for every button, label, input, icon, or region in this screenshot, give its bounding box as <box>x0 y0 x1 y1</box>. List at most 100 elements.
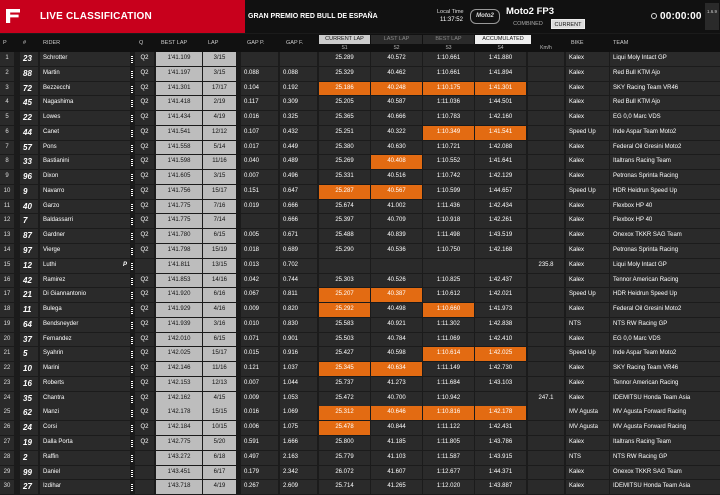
tab-current-lap[interactable]: CURRENT LAP <box>319 35 370 44</box>
cell-best-lap: 1'41.434 <box>156 111 202 125</box>
table-row[interactable]: 13 87 Gardner Q2 1'41.780 6/15 0.005 0.671 25.48… <box>0 229 720 244</box>
cell-rider: Syahrin <box>40 347 130 362</box>
cell-lap: 14/16 <box>203 273 236 288</box>
table-row[interactable]: 12 7 Baldassarri Q2 1'41.775 7/14 0.666 25.397 4… <box>0 214 720 229</box>
col-s3: S3 <box>445 45 452 51</box>
cell-number: 23 <box>20 52 38 66</box>
table-row[interactable]: 16 42 Ramirez Q2 1'41.853 14/16 0.042 0.744 25.3… <box>0 273 720 289</box>
table-row[interactable]: 29 99 Daniel 1'43.451 6/17 0.179 2.342 26.072 41… <box>0 465 720 481</box>
cell-team: Flexbox HP 40 <box>610 214 720 229</box>
table-row[interactable]: 14 97 Vierge Q2 1'41.798 15/19 0.018 0.689 25.29… <box>0 244 720 259</box>
table-row[interactable]: 15 12 Luthi 1'41.811 13/15 0.013 0.702 235.8 Kal… <box>0 258 720 274</box>
table-row[interactable]: 9 96 Dixon Q2 1'41.605 3/15 0.007 0.496 25.331 40… <box>0 170 720 185</box>
cell-kmh <box>528 244 564 258</box>
cell-number: 96 <box>20 170 38 184</box>
cell-s1: 25.345 <box>319 362 370 376</box>
cell-bike: Kalex <box>566 111 609 125</box>
col-team: TEAM <box>613 40 629 46</box>
table-row[interactable]: 20 37 Fernandez Q2 1'42.010 6/15 0.071 0.901 25.… <box>0 332 720 348</box>
table-row[interactable]: 6 44 Canet Q2 1'41.541 12/12 0.107 0.432 25.251 4… <box>0 125 720 141</box>
table-row[interactable]: 28 2 Raffin 1'43.272 6/18 0.497 2.163 25.779 41.… <box>0 450 720 466</box>
col-best-lap: BEST LAP <box>161 40 188 46</box>
cell-best-lap: 1'42.184 <box>156 421 202 436</box>
cell-gap-p: 0.009 <box>241 303 278 317</box>
cell-s3: 1:10.750 <box>423 244 474 258</box>
cell-gap-p: 0.016 <box>241 111 278 125</box>
cell-team: Petronas Sprinta Racing <box>610 244 720 258</box>
cell-s2: 40.498 <box>371 303 422 317</box>
cell-bike: Kalex <box>566 362 609 376</box>
table-row[interactable]: 7 57 Pons Q2 1'41.558 5/14 0.017 0.449 25.380 40.… <box>0 140 720 156</box>
tab-last-lap[interactable]: LAST LAP <box>371 35 422 44</box>
table-row[interactable]: 2 88 Martin Q2 1'41.197 3/15 0.088 0.088 25.329 4… <box>0 66 720 82</box>
cell-gap-f: 1.075 <box>280 421 317 436</box>
cell-gap-p: 0.497 <box>241 450 278 465</box>
tab-accumulated[interactable]: ACCUMULATED <box>475 35 531 44</box>
table-row[interactable]: 17 21 Di Giannantonio Q2 1'41.920 6/16 0.067 0.… <box>0 288 720 303</box>
checkered-flag-icon <box>131 218 133 226</box>
cell-s4: 1:41.301 <box>475 81 526 96</box>
cell-best-lap: 1'42.146 <box>156 362 202 376</box>
cell-position: 26 <box>0 421 14 436</box>
cell-q: Q2 <box>135 273 154 288</box>
cell-best-lap: 1'41.418 <box>156 96 202 111</box>
cell-gap-f: 0.916 <box>280 347 317 362</box>
table-row[interactable]: 26 24 Corsi Q2 1'42.184 10/15 0.006 1.075 25.478… <box>0 421 720 436</box>
cell-kmh <box>528 317 564 332</box>
cell-kmh <box>528 184 564 199</box>
cell-number: 45 <box>20 96 38 111</box>
cell-rider: Chantra <box>40 391 130 406</box>
cell-kmh <box>528 450 564 465</box>
tab-combined[interactable]: COMBINED <box>506 19 550 29</box>
table-row[interactable]: 27 19 Dalla Porta Q2 1'42.775 5/20 0.591 1.666 2… <box>0 436 720 451</box>
table-row[interactable]: 24 35 Chantra Q2 1'42.162 4/15 0.009 1.053 25.47… <box>0 391 720 407</box>
cell-gap-p: 0.591 <box>241 436 278 450</box>
cell-s2: 40.666 <box>371 111 422 125</box>
table-row[interactable]: 30 27 Izdihar 1'43.718 4/19 0.267 2.609 25.714 4… <box>0 480 720 495</box>
cell-best-lap: 1'41.920 <box>156 288 202 303</box>
table-row[interactable]: 23 16 Roberts Q2 1'42.153 12/13 0.007 1.044 25.7… <box>0 376 720 392</box>
tab-best-lap[interactable]: BEST LAP <box>423 35 474 44</box>
table-row[interactable]: 22 10 Marini Q2 1'42.146 11/16 0.121 1.037 25.34… <box>0 362 720 377</box>
cell-gap-p: 0.017 <box>241 140 278 155</box>
cell-gap-f: 0.830 <box>280 317 317 332</box>
cell-s3: 1:12.020 <box>423 480 474 495</box>
cell-q: Q2 <box>135 347 154 362</box>
cell-kmh <box>528 303 564 317</box>
cell-s1 <box>319 258 370 273</box>
cell-s2: 40.322 <box>371 125 422 140</box>
cell-lap: 10/15 <box>203 421 236 436</box>
cell-gap-f: 0.901 <box>280 332 317 347</box>
cell-lap: 4/15 <box>203 391 236 406</box>
table-row[interactable]: 18 11 Bulega Q2 1'41.929 4/16 0.009 0.820 25.292… <box>0 303 720 318</box>
cell-lap: 4/16 <box>203 303 236 317</box>
table-row[interactable]: 3 72 Bezzecchi Q2 1'41.301 17/17 0.104 0.192 25.… <box>0 81 720 97</box>
cell-gap-p: 0.071 <box>241 332 278 347</box>
cell-s3: 1:12.677 <box>423 465 474 480</box>
table-row[interactable]: 10 9 Navarro Q2 1'41.756 15/17 0.151 0.647 25.28… <box>0 184 720 200</box>
cell-kmh <box>528 111 564 125</box>
table-row[interactable]: 8 33 Bastianini Q2 1'41.598 11/16 0.040 0.489 25… <box>0 155 720 170</box>
cell-lap: 3/16 <box>203 317 236 332</box>
table-row[interactable]: 5 22 Lowes Q2 1'41.434 4/19 0.016 0.325 25.365 40… <box>0 111 720 126</box>
cell-gap-p: 0.267 <box>241 480 278 495</box>
cell-kmh <box>528 465 564 480</box>
cell-s1: 25.583 <box>319 317 370 332</box>
cell-position: 30 <box>0 480 14 495</box>
table-row[interactable]: 19 64 Bendsneyder Q2 1'41.939 3/16 0.010 0.830 2… <box>0 317 720 333</box>
cell-number: 12 <box>20 258 38 273</box>
table-row[interactable]: 21 5 Syahrin Q2 1'42.025 15/17 0.015 0.916 25.42… <box>0 347 720 362</box>
table-row[interactable]: 4 45 Nagashima Q2 1'41.418 2/19 0.117 0.309 25.2… <box>0 96 720 111</box>
tab-current[interactable]: CURRENT <box>551 19 585 29</box>
cell-s3: 1:10.816 <box>423 406 474 421</box>
cell-rider: Navarro <box>40 184 130 199</box>
cell-q <box>135 480 154 495</box>
col-kmh: Km/h <box>540 45 552 51</box>
cell-gap-f: 0.647 <box>280 184 317 199</box>
cell-s4: 1:41.880 <box>475 52 526 66</box>
table-row[interactable]: 11 40 Garzo Q2 1'41.775 7/16 0.019 0.666 25.674 4… <box>0 199 720 215</box>
table-row[interactable]: 1 23 Schrotter Q2 1'41.109 3/15 25.289 40.572 1:… <box>0 52 720 67</box>
cell-s4: 1:42.160 <box>475 111 526 125</box>
cell-gap-p: 0.018 <box>241 244 278 258</box>
table-row[interactable]: 25 62 Manzi Q2 1'42.178 15/15 0.016 1.069 25.312… <box>0 406 720 421</box>
